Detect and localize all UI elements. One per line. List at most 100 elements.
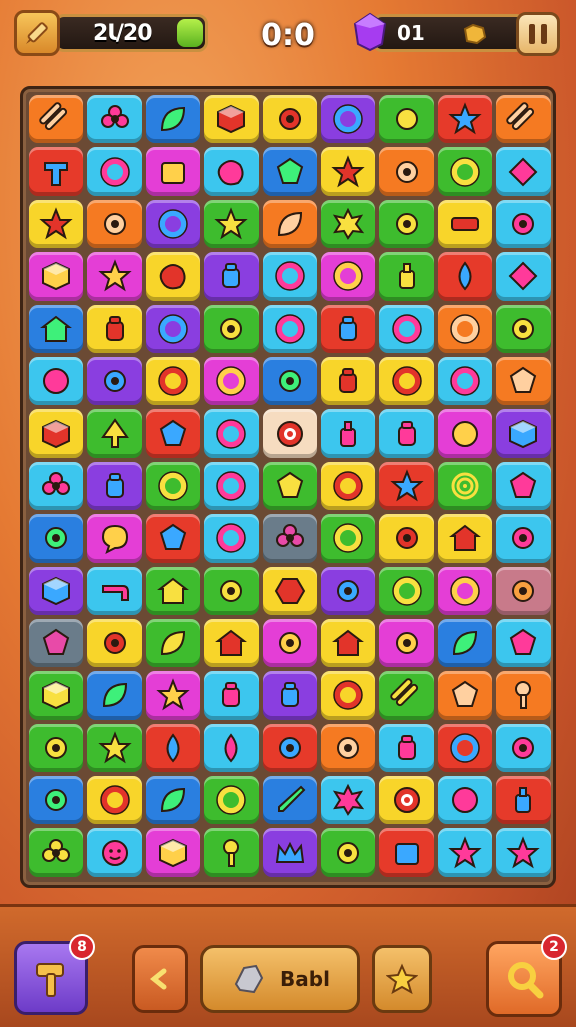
game-tile[interactable] — [437, 566, 493, 615]
game-tile[interactable] — [437, 252, 493, 301]
game-tile[interactable] — [145, 95, 201, 144]
game-tile[interactable] — [496, 514, 551, 563]
game-tile[interactable] — [262, 566, 317, 615]
game-tile[interactable] — [262, 671, 317, 720]
game-tile[interactable] — [204, 252, 259, 301]
game-tile[interactable] — [204, 514, 259, 563]
game-tile[interactable] — [204, 147, 259, 196]
game-tile[interactable] — [29, 147, 84, 196]
game-tile[interactable] — [145, 723, 201, 773]
game-tile[interactable] — [320, 566, 376, 615]
game-tile[interactable] — [496, 618, 551, 668]
game-tile[interactable] — [437, 147, 493, 196]
game-tile[interactable] — [262, 409, 317, 458]
game-tile[interactable] — [204, 356, 259, 406]
game-tile[interactable] — [145, 252, 201, 301]
game-tile[interactable] — [145, 409, 201, 458]
game-tile[interactable] — [379, 618, 434, 668]
game-tile[interactable] — [29, 95, 84, 144]
game-tile[interactable] — [496, 356, 551, 406]
game-tile[interactable] — [437, 95, 493, 144]
game-tile[interactable] — [87, 356, 142, 406]
game-tile[interactable] — [262, 304, 317, 353]
game-tile[interactable] — [437, 776, 493, 825]
game-tile[interactable] — [145, 199, 201, 249]
game-tile[interactable] — [204, 566, 259, 615]
game-tile[interactable] — [320, 514, 376, 563]
game-tile[interactable] — [87, 566, 142, 615]
game-tile[interactable] — [496, 461, 551, 511]
game-tile[interactable] — [204, 723, 259, 773]
game-tile[interactable] — [437, 828, 493, 877]
game-tile[interactable] — [204, 828, 259, 877]
game-tile[interactable] — [87, 252, 142, 301]
game-tile[interactable] — [145, 566, 201, 615]
game-tile[interactable] — [29, 252, 84, 301]
game-tile[interactable] — [496, 304, 551, 353]
game-tile[interactable] — [87, 671, 142, 720]
game-tile[interactable] — [437, 514, 493, 563]
game-tile[interactable] — [496, 95, 551, 144]
game-tile[interactable] — [496, 147, 551, 196]
game-tile[interactable] — [496, 199, 551, 249]
back-button[interactable] — [132, 945, 188, 1013]
game-tile[interactable] — [437, 461, 493, 511]
game-tile[interactable] — [204, 199, 259, 249]
game-tile[interactable] — [87, 461, 142, 511]
game-tile[interactable] — [379, 95, 434, 144]
game-tile[interactable] — [262, 95, 317, 144]
game-tile[interactable] — [145, 671, 201, 720]
game-tile[interactable] — [204, 776, 259, 825]
game-tile[interactable] — [379, 776, 434, 825]
game-tile[interactable] — [262, 461, 317, 511]
game-tile[interactable] — [29, 304, 84, 353]
game-tile[interactable] — [379, 252, 434, 301]
game-tile[interactable] — [204, 671, 259, 720]
game-tile[interactable] — [262, 199, 317, 249]
game-tile[interactable] — [437, 723, 493, 773]
game-tile[interactable] — [87, 95, 142, 144]
game-tile[interactable] — [496, 566, 551, 615]
game-tile[interactable] — [145, 304, 201, 353]
game-tile[interactable] — [437, 671, 493, 720]
game-tile[interactable] — [320, 252, 376, 301]
game-tile[interactable] — [29, 199, 84, 249]
game-tile[interactable] — [204, 461, 259, 511]
game-tile[interactable] — [262, 514, 317, 563]
game-tile[interactable] — [145, 776, 201, 825]
game-tile[interactable] — [204, 409, 259, 458]
game-tile[interactable] — [29, 566, 84, 615]
game-tile[interactable] — [87, 199, 142, 249]
game-tile[interactable] — [379, 723, 434, 773]
game-tile[interactable] — [379, 304, 434, 353]
game-tile[interactable] — [496, 252, 551, 301]
game-tile[interactable] — [320, 828, 376, 877]
search-hint-button[interactable]: 2 — [486, 934, 567, 1017]
game-tile[interactable] — [87, 304, 142, 353]
game-tile[interactable] — [29, 409, 84, 458]
game-tile[interactable] — [496, 409, 551, 458]
game-tile[interactable] — [145, 356, 201, 406]
game-tile[interactable] — [320, 461, 376, 511]
game-tile[interactable] — [437, 199, 493, 249]
game-tile[interactable] — [320, 356, 376, 406]
game-tile[interactable] — [379, 199, 434, 249]
game-tile[interactable] — [87, 618, 142, 668]
game-tile[interactable] — [29, 776, 84, 825]
game-tile[interactable] — [262, 723, 317, 773]
game-tile[interactable] — [320, 95, 376, 144]
game-tile[interactable] — [379, 514, 434, 563]
game-tile[interactable] — [204, 304, 259, 353]
game-tile[interactable] — [496, 671, 551, 720]
game-tile[interactable] — [379, 828, 434, 877]
game-tile[interactable] — [320, 199, 376, 249]
game-tile[interactable] — [204, 95, 259, 144]
game-tile[interactable] — [87, 723, 142, 773]
game-tile[interactable] — [320, 304, 376, 353]
star-button[interactable] — [372, 945, 432, 1013]
game-tile[interactable] — [262, 147, 317, 196]
game-tile[interactable] — [29, 356, 84, 406]
game-tile[interactable] — [145, 147, 201, 196]
game-tile[interactable] — [87, 776, 142, 825]
game-tile[interactable] — [320, 776, 376, 825]
